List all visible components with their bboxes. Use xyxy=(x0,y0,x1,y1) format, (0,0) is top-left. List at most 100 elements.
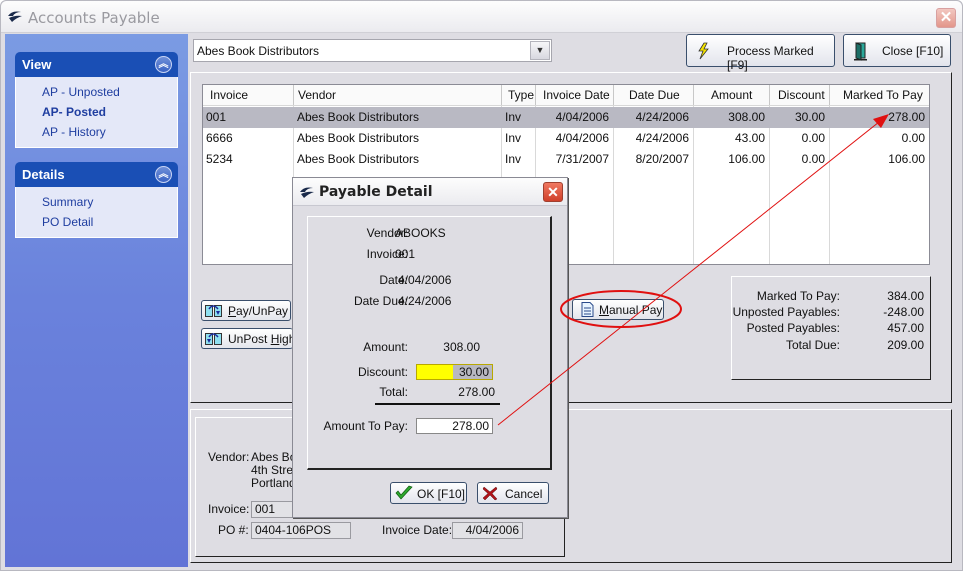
panel-header-view[interactable]: View ︽ xyxy=(15,52,178,77)
payable-detail-dialog: Payable Detail ✕ Vendor: ABOOKS Invoice:… xyxy=(292,177,568,518)
cell-invoice-date: 4/04/2006 xyxy=(555,110,609,124)
sidebar-item-ap-posted[interactable]: AP- Posted xyxy=(42,102,177,122)
column-header-discount[interactable]: Discount xyxy=(769,85,829,105)
total-value: 209.00 xyxy=(887,338,924,352)
dialog-cancel-button[interactable]: Cancel xyxy=(477,482,549,504)
process-marked-button[interactable]: Process Marked [F9] xyxy=(686,34,835,72)
dialog-amount-value: 308.00 xyxy=(443,340,480,354)
pay-unpay-rest: ay/UnPay xyxy=(236,304,289,318)
total-marked-to-pay: Marked To Pay: 384.00 xyxy=(732,289,930,305)
window-title: Accounts Payable xyxy=(28,9,160,27)
cancel-x-icon xyxy=(482,486,498,501)
collapse-chevron-icon[interactable]: ︽ xyxy=(155,166,172,183)
cell-type: Inv xyxy=(505,110,522,124)
panel-body: AP - Unposted AP- Posted AP - History xyxy=(15,77,178,148)
chevron-down-icon[interactable]: ▼ xyxy=(530,41,550,60)
detail-invoice-date-label: Invoice Date: xyxy=(382,523,453,537)
detail-po-field: 0404-106POS xyxy=(251,522,351,539)
sidebar-item-summary[interactable]: Summary xyxy=(42,192,177,212)
cell-date-due: 4/24/2006 xyxy=(635,110,689,124)
cell-vendor: Abes Book Distributors xyxy=(297,110,420,124)
sidebar-panel-details: Details ︽ Summary PO Detail xyxy=(15,162,178,238)
total-divider xyxy=(375,403,500,405)
panel-title: View xyxy=(22,57,52,72)
total-label: Posted Payables: xyxy=(746,321,840,335)
dialog-amount-label: Amount: xyxy=(363,340,408,354)
detail-vendor-label: Vendor: xyxy=(208,450,250,464)
cell-amount: 43.00 xyxy=(734,131,765,145)
cell-type: Inv xyxy=(505,131,522,145)
panel-title: Details xyxy=(22,167,65,182)
panel-body: Summary PO Detail xyxy=(15,187,178,238)
detail-invoice-label: Invoice: xyxy=(208,502,250,516)
lightning-icon xyxy=(698,42,709,60)
table-row[interactable]: 5234 Abes Book Distributors Inv 7/31/200… xyxy=(203,149,929,170)
unpost-icon xyxy=(205,333,222,345)
dialog-date-due-value: 4/24/2006 xyxy=(398,294,452,308)
sidebar-item-ap-history[interactable]: AP - History xyxy=(42,122,177,142)
dialog-total-label: Total: xyxy=(379,385,408,399)
detail-invoice-date-field: 4/04/2006 xyxy=(452,522,523,539)
cell-amount: 106.00 xyxy=(728,152,765,166)
sidebar-panel-view: View ︽ AP - Unposted AP- Posted AP - His… xyxy=(15,52,178,148)
sidebar-item-ap-unposted[interactable]: AP - Unposted xyxy=(42,82,177,102)
total-label: Total Due: xyxy=(785,338,840,352)
total-label: Marked To Pay: xyxy=(756,289,840,303)
table-row[interactable]: 6666 Abes Book Distributors Inv 4/04/200… xyxy=(203,128,929,149)
dialog-vendor-value: ABOOKS xyxy=(395,226,446,240)
app-logo-icon xyxy=(8,11,22,22)
dialog-invoice-value: 001 xyxy=(395,247,416,261)
total-label: Unposted Payables: xyxy=(732,305,840,319)
column-header-marked-to-pay[interactable]: Marked To Pay xyxy=(829,85,929,105)
vendor-select[interactable]: Abes Book Distributors ▼ xyxy=(193,39,552,62)
totals-panel: Marked To Pay: 384.00 Unposted Payables:… xyxy=(731,276,931,380)
cell-invoice-date: 7/31/2007 xyxy=(555,152,609,166)
sidebar-item-po-detail[interactable]: PO Detail xyxy=(42,212,177,232)
column-header-invoice-date[interactable]: Invoice Date xyxy=(535,85,613,105)
dialog-ok-button[interactable]: OK [F10] xyxy=(390,482,467,504)
door-exit-icon xyxy=(854,42,867,61)
cell-discount: 0.00 xyxy=(801,131,825,145)
unpost-highlighted-button[interactable]: UnPost Highli xyxy=(201,328,293,349)
column-header-type[interactable]: Type xyxy=(501,85,535,105)
process-marked-label: Process Marked [F9] xyxy=(727,44,814,72)
column-header-invoice[interactable]: Invoice xyxy=(203,85,293,105)
cell-invoice-date: 4/04/2006 xyxy=(555,131,609,145)
column-header-vendor[interactable]: Vendor xyxy=(293,85,501,105)
accelerator-key: H xyxy=(270,332,280,346)
table-row[interactable]: 001 Abes Book Distributors Inv 4/04/2006… xyxy=(203,107,929,128)
total-value: 384.00 xyxy=(887,289,924,303)
pay-unpay-button[interactable]: Pay/UnPay xyxy=(201,300,291,321)
column-header-amount[interactable]: Amount xyxy=(693,85,769,105)
document-icon xyxy=(581,302,594,317)
grid-header: Invoice Vendor Type Invoice Date Date Du… xyxy=(203,85,929,106)
panel-header-details[interactable]: Details ︽ xyxy=(15,162,178,187)
dialog-title-bar: Payable Detail ✕ xyxy=(293,178,567,206)
column-header-date-due[interactable]: Date Due xyxy=(613,85,693,105)
total-value: 457.00 xyxy=(887,321,924,335)
cell-invoice: 6666 xyxy=(206,131,233,145)
cell-type: Inv xyxy=(505,152,522,166)
cell-date-due: 8/20/2007 xyxy=(635,152,689,166)
cell-marked-to-pay: 278.00 xyxy=(888,110,925,124)
cell-invoice: 5234 xyxy=(206,152,233,166)
manual-pay-button[interactable]: Manual Pay xyxy=(572,299,664,320)
dialog-discount-input[interactable]: 30.00 xyxy=(416,364,493,380)
collapse-chevron-icon[interactable]: ︽ xyxy=(155,56,172,73)
cell-vendor: Abes Book Distributors xyxy=(297,152,420,166)
dialog-date-value: 4/04/2006 xyxy=(398,273,452,287)
close-label: Close [F10] xyxy=(882,44,944,58)
app-logo-icon xyxy=(300,187,314,198)
cell-marked-to-pay: 106.00 xyxy=(888,152,925,166)
vendor-select-value: Abes Book Distributors xyxy=(197,44,320,58)
dialog-title: Payable Detail xyxy=(319,184,433,200)
cell-amount: 308.00 xyxy=(728,110,765,124)
pay-unpay-label: Pay/UnPay xyxy=(228,304,288,318)
dialog-total-value: 278.00 xyxy=(458,385,495,399)
dialog-amount-to-pay-input[interactable]: 278.00 xyxy=(416,418,493,434)
title-bar: Accounts Payable ✕ xyxy=(1,1,962,33)
window-close-button[interactable]: ✕ xyxy=(936,8,956,28)
close-button[interactable]: Close [F10] xyxy=(843,34,951,67)
sidebar: View ︽ AP - Unposted AP- Posted AP - His… xyxy=(5,34,188,567)
dialog-close-button[interactable]: ✕ xyxy=(543,182,563,202)
